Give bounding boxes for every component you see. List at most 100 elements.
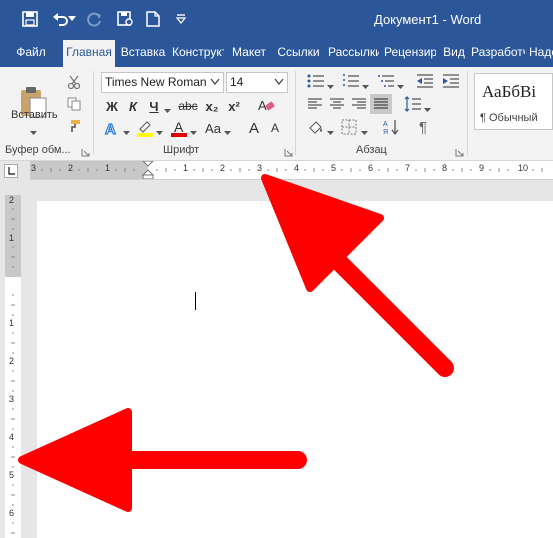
svg-text:A: A — [105, 121, 116, 137]
tab-developer[interactable]: Разработчик — [471, 40, 525, 67]
text-effects-dropdown-icon[interactable] — [123, 125, 130, 139]
font-size-value: 14 — [230, 75, 244, 89]
highlight-dropdown-icon[interactable] — [156, 125, 163, 139]
bold-button[interactable]: Ж — [102, 96, 122, 116]
strikethrough-button[interactable]: abc — [176, 96, 200, 116]
indent-markers[interactable] — [142, 161, 154, 179]
multilevel-list-icon[interactable] — [375, 72, 397, 90]
justify-icon[interactable] — [370, 94, 392, 114]
multilevel-dropdown-icon[interactable] — [397, 79, 404, 93]
undo-dropdown-icon[interactable] — [66, 8, 78, 30]
ruler-number: 2 — [9, 195, 15, 205]
ruler-number: 1 — [105, 163, 111, 173]
align-left-icon[interactable] — [305, 95, 325, 113]
align-right-icon[interactable] — [349, 95, 369, 113]
ruler-number: 8 — [442, 163, 448, 173]
clipboard-group-label: Буфер обм... — [5, 144, 71, 156]
paste-dropdown-icon[interactable] — [30, 125, 37, 139]
grow-font-button[interactable]: A — [245, 117, 263, 139]
decrease-indent-icon[interactable] — [414, 72, 436, 90]
ruler-number: 9 — [479, 163, 485, 173]
chevron-down-icon — [210, 78, 220, 86]
tab-insert[interactable]: Вставка — [119, 40, 167, 67]
separator — [295, 71, 296, 155]
ribbon-tabs: Файл Главная Вставка Конструктор Макет С… — [0, 40, 553, 67]
tab-addins[interactable]: Надстройки — [529, 40, 553, 67]
cut-icon[interactable] — [65, 73, 83, 91]
numbering-icon[interactable] — [340, 72, 362, 90]
tab-review[interactable]: Рецензирование — [384, 40, 436, 67]
font-name-value: Times New Roman — [105, 75, 207, 89]
line-spacing-icon[interactable] — [402, 94, 424, 114]
paste-label: Вставить — [11, 109, 58, 121]
font-color-dropdown-icon[interactable] — [190, 125, 197, 139]
tab-home[interactable]: Главная — [63, 40, 115, 67]
style-sample: АаБбВі — [482, 82, 537, 101]
ruler-number: 3 — [31, 163, 37, 173]
copy-icon[interactable] — [65, 95, 83, 113]
ruler-number: 2 — [220, 163, 226, 173]
ruler-number: 10 — [518, 163, 529, 173]
highlight-icon[interactable] — [134, 117, 156, 139]
tab-layout[interactable]: Макет — [229, 40, 269, 67]
subscript-button[interactable]: x₂ — [202, 96, 222, 116]
tab-selector-icon[interactable] — [4, 164, 18, 178]
tab-file[interactable]: Файл — [11, 40, 51, 67]
ruler-number: 2 — [9, 356, 15, 366]
underline-dropdown-icon[interactable] — [164, 103, 171, 117]
change-case-dropdown-icon[interactable] — [224, 125, 231, 139]
sort-icon[interactable]: AЯ — [381, 117, 403, 137]
paragraph-launcher-icon[interactable] — [455, 146, 464, 157]
paste-button[interactable] — [11, 72, 55, 132]
line-spacing-dropdown-icon[interactable] — [424, 102, 431, 116]
document-page[interactable] — [37, 201, 553, 538]
shading-dropdown-icon[interactable] — [327, 125, 334, 139]
save-icon[interactable] — [19, 8, 41, 30]
font-size-combo[interactable]: 14 — [226, 72, 288, 93]
format-painter-icon[interactable] — [65, 117, 83, 135]
redo-icon[interactable] — [84, 8, 106, 30]
ruler-number: 4 — [9, 432, 15, 442]
horizontal-ruler[interactable]: 3 2 1 1 2 3 4 5 6 7 8 9 10 — [30, 161, 553, 180]
text-effects-icon[interactable]: A — [101, 117, 123, 139]
font-color-icon[interactable]: A — [168, 117, 190, 139]
style-normal[interactable]: АаБбВі ¶ Обычный — [474, 73, 553, 130]
ruler-number: 5 — [331, 163, 337, 173]
bullets-icon[interactable] — [305, 72, 327, 90]
font-launcher-icon[interactable] — [284, 146, 293, 157]
italic-button[interactable]: К — [123, 96, 143, 116]
tab-mailings[interactable]: Рассылки — [328, 40, 379, 67]
borders-icon[interactable] — [338, 117, 360, 137]
ruler-number: 2 — [68, 163, 74, 173]
clear-formatting-icon[interactable]: A — [255, 94, 277, 116]
shading-icon[interactable] — [305, 117, 327, 137]
borders-dropdown-icon[interactable] — [361, 125, 368, 139]
svg-text:Я: Я — [383, 129, 388, 135]
print-preview-icon[interactable] — [114, 8, 136, 30]
tab-references[interactable]: Ссылки — [274, 40, 323, 67]
tab-view[interactable]: Вид — [441, 40, 467, 67]
paragraph-group-label: Абзац — [356, 144, 387, 156]
ruler-number: 1 — [9, 233, 15, 243]
title-bar: Документ1 - Word — [0, 0, 553, 40]
new-doc-icon[interactable] — [142, 8, 164, 30]
ruler-number: 5 — [9, 470, 15, 480]
superscript-button[interactable]: x² — [224, 96, 244, 116]
ruler-number: 7 — [405, 163, 411, 173]
vertical-ruler[interactable]: 2 1 1 2 3 4 5 6 — [5, 195, 21, 538]
svg-text:A: A — [383, 121, 388, 128]
align-center-icon[interactable] — [327, 95, 347, 113]
shrink-font-button[interactable]: A — [266, 117, 284, 139]
numbering-dropdown-icon[interactable] — [362, 79, 369, 93]
customize-qat-icon[interactable] — [172, 8, 190, 30]
change-case-button[interactable]: Aa — [202, 117, 224, 139]
tab-design[interactable]: Конструктор — [172, 40, 224, 67]
ruler-number: 3 — [9, 394, 15, 404]
ruler-number: 6 — [9, 508, 15, 518]
font-name-combo[interactable]: Times New Roman — [101, 72, 224, 93]
pilcrow-icon[interactable]: ¶ — [412, 117, 434, 137]
underline-button[interactable]: Ч — [144, 96, 164, 116]
clipboard-launcher-icon[interactable] — [81, 146, 90, 157]
bullets-dropdown-icon[interactable] — [327, 79, 334, 93]
increase-indent-icon[interactable] — [440, 72, 462, 90]
